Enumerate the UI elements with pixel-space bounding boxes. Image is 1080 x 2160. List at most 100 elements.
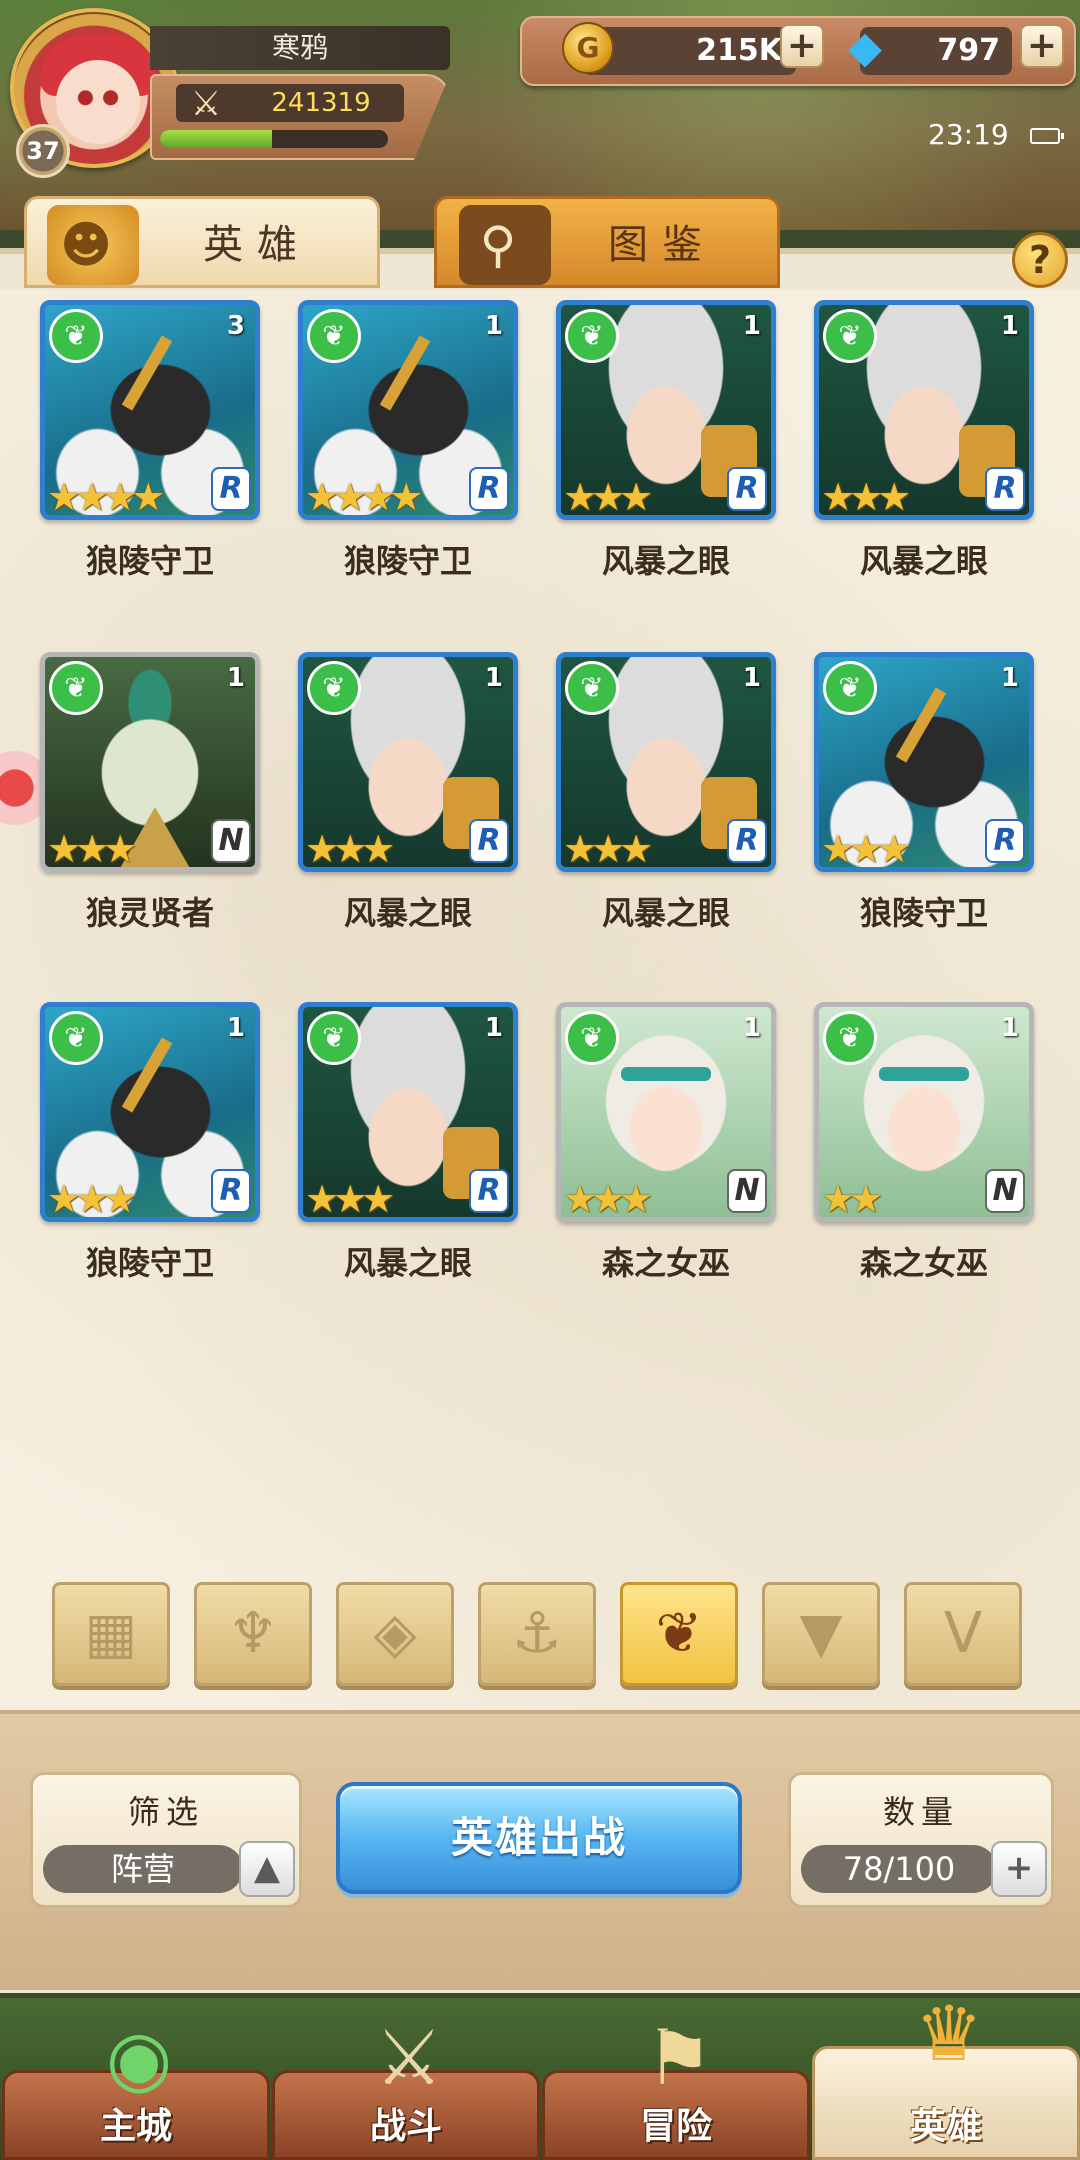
nav-hero[interactable]: ♛ 英雄 — [812, 1989, 1080, 2160]
nav-label: 冒险 — [639, 2106, 712, 2147]
star-rating: ★★★ — [563, 475, 653, 519]
wolf-faction-icon: ❦ — [307, 309, 361, 363]
nav-swords[interactable]: ⚔ 战斗 — [272, 2013, 540, 2160]
hero-count: 1 — [1000, 311, 1019, 341]
hero-card[interactable]: ❦ 1 R ★★★ 狼陵守卫 — [814, 652, 1034, 952]
nav-label: 战斗 — [369, 2106, 442, 2147]
hero-count: 1 — [484, 1013, 503, 1043]
exp-bar-fill — [160, 130, 272, 148]
wolf-faction-icon: ❦ — [565, 309, 619, 363]
gold-slot: 215K — [582, 27, 796, 75]
hero-count: 1 — [226, 663, 245, 693]
filter-anchor-button[interactable]: ⚓ — [478, 1582, 596, 1686]
help-button[interactable]: ? — [1012, 232, 1068, 288]
hero-portrait-frame: ❦ 1 R ★★★ — [298, 1002, 518, 1222]
expand-capacity-button[interactable]: + — [991, 1841, 1047, 1897]
hero-card[interactable]: ❦ 1 R ★★★ 风暴之眼 — [298, 1002, 518, 1302]
avatar-face — [56, 60, 140, 144]
nav-city[interactable]: ◉ 主城 — [2, 2013, 270, 2160]
hero-rank-badge: R — [211, 467, 251, 511]
wolf-icon: ❦ — [655, 1601, 703, 1666]
star-rating: ★★★ — [563, 827, 653, 871]
hero-portrait-frame: ❦ 1 R ★★★ — [298, 652, 518, 872]
hero-name: 森之女巫 — [601, 1244, 730, 1282]
crossed-swords-icon: ⚔ — [190, 84, 222, 124]
hero-rank-badge: N — [211, 819, 251, 863]
star-rating: ★★★ — [821, 827, 911, 871]
hero-rank-badge: N — [985, 1169, 1025, 1213]
hero-card[interactable]: ❦ 1 R ★★★ 风暴之眼 — [814, 300, 1034, 600]
star-rating: ★★★ — [47, 827, 137, 871]
wolf-faction-icon: ❦ — [823, 1011, 877, 1065]
filter-expand-button[interactable]: ▲ — [239, 1841, 295, 1897]
hero-count: 1 — [742, 311, 761, 341]
hero-count: 1 — [1000, 663, 1019, 693]
hero-rank-badge: R — [727, 819, 767, 863]
wolf-faction-icon: ❦ — [49, 661, 103, 715]
hero-rank-badge: R — [985, 467, 1025, 511]
leaf-icon: ♆ — [227, 1601, 279, 1666]
tab-guide-label: 图鉴 — [608, 222, 716, 268]
add-gold-button[interactable]: + — [780, 24, 824, 68]
hero-rank-badge: R — [727, 467, 767, 511]
hero-count: 1 — [226, 1013, 245, 1043]
deploy-heroes-button[interactable]: 英雄出战 — [336, 1782, 742, 1894]
hero-card[interactable]: ❦ 1 R ★★★ 风暴之眼 — [298, 652, 518, 952]
hero-name: 狼陵守卫 — [859, 894, 988, 932]
hero-rank-badge: R — [985, 819, 1025, 863]
diamond-gem-icon: ◆ — [848, 22, 882, 73]
filter-title: 筛选 — [127, 1793, 204, 1831]
filter-wing-button[interactable]: V — [904, 1582, 1022, 1686]
helmet-icon: ☻ — [47, 205, 139, 285]
wolf-faction-icon: ❦ — [307, 1011, 361, 1065]
hero-card[interactable]: ❦ 1 R ★★★ 风暴之眼 — [556, 300, 776, 600]
filter-demon-button[interactable]: ▼ — [762, 1582, 880, 1686]
faction-filter-bar: ▦ ♆ ◈ ⚓ ❦ ▼ V — [52, 1582, 1032, 1688]
hero-card[interactable]: ❦ 1 R ★★★★ 狼陵守卫 — [298, 300, 518, 600]
hero-count-value: 78/100 — [801, 1845, 997, 1893]
tab-heroes[interactable]: ☻ 英雄 — [24, 196, 380, 288]
hero-count: 1 — [742, 663, 761, 693]
hero-name: 风暴之眼 — [343, 1244, 472, 1282]
hero-card[interactable]: ❦ 3 R ★★★★ 狼陵守卫 — [40, 300, 260, 600]
wolf-faction-icon: ❦ — [823, 661, 877, 715]
magnifier-icon: ⚲ — [459, 205, 551, 285]
nav-scroll[interactable]: ⚑ 冒险 — [542, 2013, 810, 2160]
hero-card[interactable]: ❦ 1 N ★★★ 森之女巫 — [556, 1002, 776, 1302]
hero-card[interactable]: ❦ 1 N ★★★ 狼灵贤者 — [40, 652, 260, 952]
count-title: 数量 — [882, 1793, 959, 1831]
player-name: 寒鸦 — [150, 26, 450, 70]
wolf-faction-icon: ❦ — [307, 661, 361, 715]
filter-grid-button[interactable]: ▦ — [52, 1582, 170, 1686]
star-rating: ★★ — [821, 1177, 883, 1221]
hero-name: 狼陵守卫 — [85, 542, 214, 580]
wolf-faction-icon: ❦ — [565, 661, 619, 715]
filter-leaf-button[interactable]: ♆ — [194, 1582, 312, 1686]
hero-rank-badge: R — [469, 467, 509, 511]
hero-icon: ♛ — [914, 1989, 984, 2078]
hero-card[interactable]: ❦ 1 N ★★ 森之女巫 — [814, 1002, 1034, 1302]
filter-diamond-button[interactable]: ◈ — [336, 1582, 454, 1686]
add-gems-button[interactable]: + — [1020, 24, 1064, 68]
hero-rank-badge: R — [211, 1169, 251, 1213]
hero-card[interactable]: ❦ 1 R ★★★ 风暴之眼 — [556, 652, 776, 952]
filter-value[interactable]: 阵营 — [43, 1845, 243, 1893]
hero-count: 3 — [226, 311, 245, 341]
hero-count: 1 — [484, 311, 503, 341]
tab-guide[interactable]: ⚲ 图鉴 — [434, 196, 780, 288]
star-rating: ★★★★ — [47, 475, 165, 519]
hero-rank-badge: R — [469, 1169, 509, 1213]
hero-name: 风暴之眼 — [859, 542, 988, 580]
hero-portrait-frame: ❦ 3 R ★★★★ — [40, 300, 260, 520]
hero-name: 风暴之眼 — [601, 894, 730, 932]
clock-time: 23:19 — [928, 118, 1009, 151]
diamond-icon: ◈ — [373, 1601, 417, 1666]
grid-icon: ▦ — [84, 1601, 138, 1666]
filter-wolf-button[interactable]: ❦ — [620, 1582, 738, 1686]
star-rating: ★★★ — [47, 1177, 137, 1221]
star-rating: ★★★ — [563, 1177, 653, 1221]
wolf-faction-icon: ❦ — [565, 1011, 619, 1065]
hero-card[interactable]: ❦ 1 R ★★★ 狼陵守卫 — [40, 1002, 260, 1302]
demon-icon: ▼ — [799, 1601, 843, 1666]
filter-box: 筛选 阵营 ▲ — [30, 1772, 302, 1908]
